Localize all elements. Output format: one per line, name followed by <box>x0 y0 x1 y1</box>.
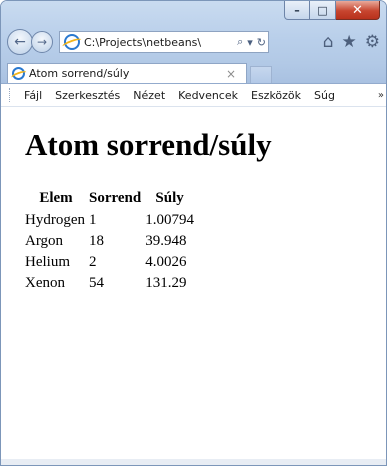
browser-window: – □ ✕ ← → C:\Projects\netbeans\ ⌕ ▾ ↻ ⌂ … <box>0 0 387 466</box>
minimize-button[interactable]: – <box>284 1 310 20</box>
table-row: Hydrogen 1 1.00794 <box>25 211 196 232</box>
cell-weight: 39.948 <box>145 233 187 249</box>
minimize-icon: – <box>294 3 300 17</box>
tab-strip: Atom sorrend/súly × <box>1 63 386 84</box>
arrow-right-icon: → <box>36 35 48 49</box>
cell-element: Xenon <box>25 275 65 291</box>
back-button[interactable]: ← <box>7 29 33 55</box>
menu-tools[interactable]: Eszközök <box>251 89 301 102</box>
tab-title: Atom sorrend/súly <box>29 67 130 80</box>
close-button[interactable]: ✕ <box>336 1 380 20</box>
status-strip <box>1 459 386 465</box>
cell-element: Hydrogen <box>25 212 85 228</box>
cell-weight: 4.0026 <box>145 254 187 270</box>
maximize-icon: □ <box>317 3 328 17</box>
menu-file[interactable]: Fájl <box>24 89 42 102</box>
cell-element: Helium <box>25 254 70 270</box>
table-row: Helium 2 4.0026 <box>25 253 196 274</box>
cell-order: 54 <box>89 275 104 291</box>
star-icon[interactable]: ★ <box>342 32 357 52</box>
chevron-down-icon[interactable]: ▾ <box>245 36 255 49</box>
table-header-row: Elem Sorrend Súly <box>25 190 196 211</box>
cell-element: Argon <box>25 233 64 249</box>
column-header-element: Elem <box>39 190 73 206</box>
home-icon[interactable]: ⌂ <box>323 32 334 52</box>
cell-weight: 1.00794 <box>145 212 194 228</box>
search-icon[interactable]: ⌕ <box>235 35 245 49</box>
menu-favorites[interactable]: Kedvencek <box>178 89 238 102</box>
ie-tab-icon <box>12 67 25 80</box>
forward-button[interactable]: → <box>31 31 53 53</box>
close-tab-icon[interactable]: × <box>226 67 236 81</box>
gear-icon[interactable]: ⚙ <box>365 32 380 52</box>
element-table: Elem Sorrend Súly Hydrogen 1 1.00794 Arg… <box>25 190 196 295</box>
toolbar-icons: ⌂ ★ ⚙ <box>323 32 382 52</box>
address-text[interactable]: C:\Projects\netbeans\ <box>84 36 235 49</box>
maximize-button[interactable]: □ <box>310 1 336 20</box>
title-bar: – □ ✕ ← → C:\Projects\netbeans\ ⌕ ▾ ↻ ⌂ … <box>1 1 386 63</box>
menu-grip <box>9 88 14 102</box>
close-icon: ✕ <box>352 2 363 18</box>
address-bar[interactable]: C:\Projects\netbeans\ ⌕ ▾ ↻ <box>59 31 269 53</box>
menu-help[interactable]: Súg <box>314 89 335 102</box>
refresh-icon[interactable]: ↻ <box>255 36 268 49</box>
menu-view[interactable]: Nézet <box>133 89 165 102</box>
caption-buttons: – □ ✕ <box>284 1 380 21</box>
cell-order: 2 <box>89 254 97 270</box>
column-header-weight: Súly <box>155 190 184 206</box>
cell-order: 1 <box>89 212 97 228</box>
page-content: Atom sorrend/súly Elem Sorrend Súly Hydr… <box>1 107 386 465</box>
ie-page-icon <box>64 34 80 50</box>
menu-edit[interactable]: Szerkesztés <box>55 89 120 102</box>
tab-active[interactable]: Atom sorrend/súly × <box>7 63 247 83</box>
page-title: Atom sorrend/súly <box>25 127 272 162</box>
arrow-left-icon: ← <box>14 34 26 50</box>
table-row: Xenon 54 131.29 <box>25 274 196 295</box>
table-row: Argon 18 39.948 <box>25 232 196 253</box>
cell-weight: 131.29 <box>145 275 187 291</box>
menu-bar: Fájl Szerkesztés Nézet Kedvencek Eszközö… <box>1 84 386 107</box>
column-header-order: Sorrend <box>89 190 142 206</box>
navigation-bar: ← → C:\Projects\netbeans\ ⌕ ▾ ↻ ⌂ ★ ⚙ <box>7 27 382 57</box>
menu-overflow-icon[interactable]: » <box>378 90 384 101</box>
cell-order: 18 <box>89 233 104 249</box>
new-tab-button[interactable] <box>250 66 272 83</box>
